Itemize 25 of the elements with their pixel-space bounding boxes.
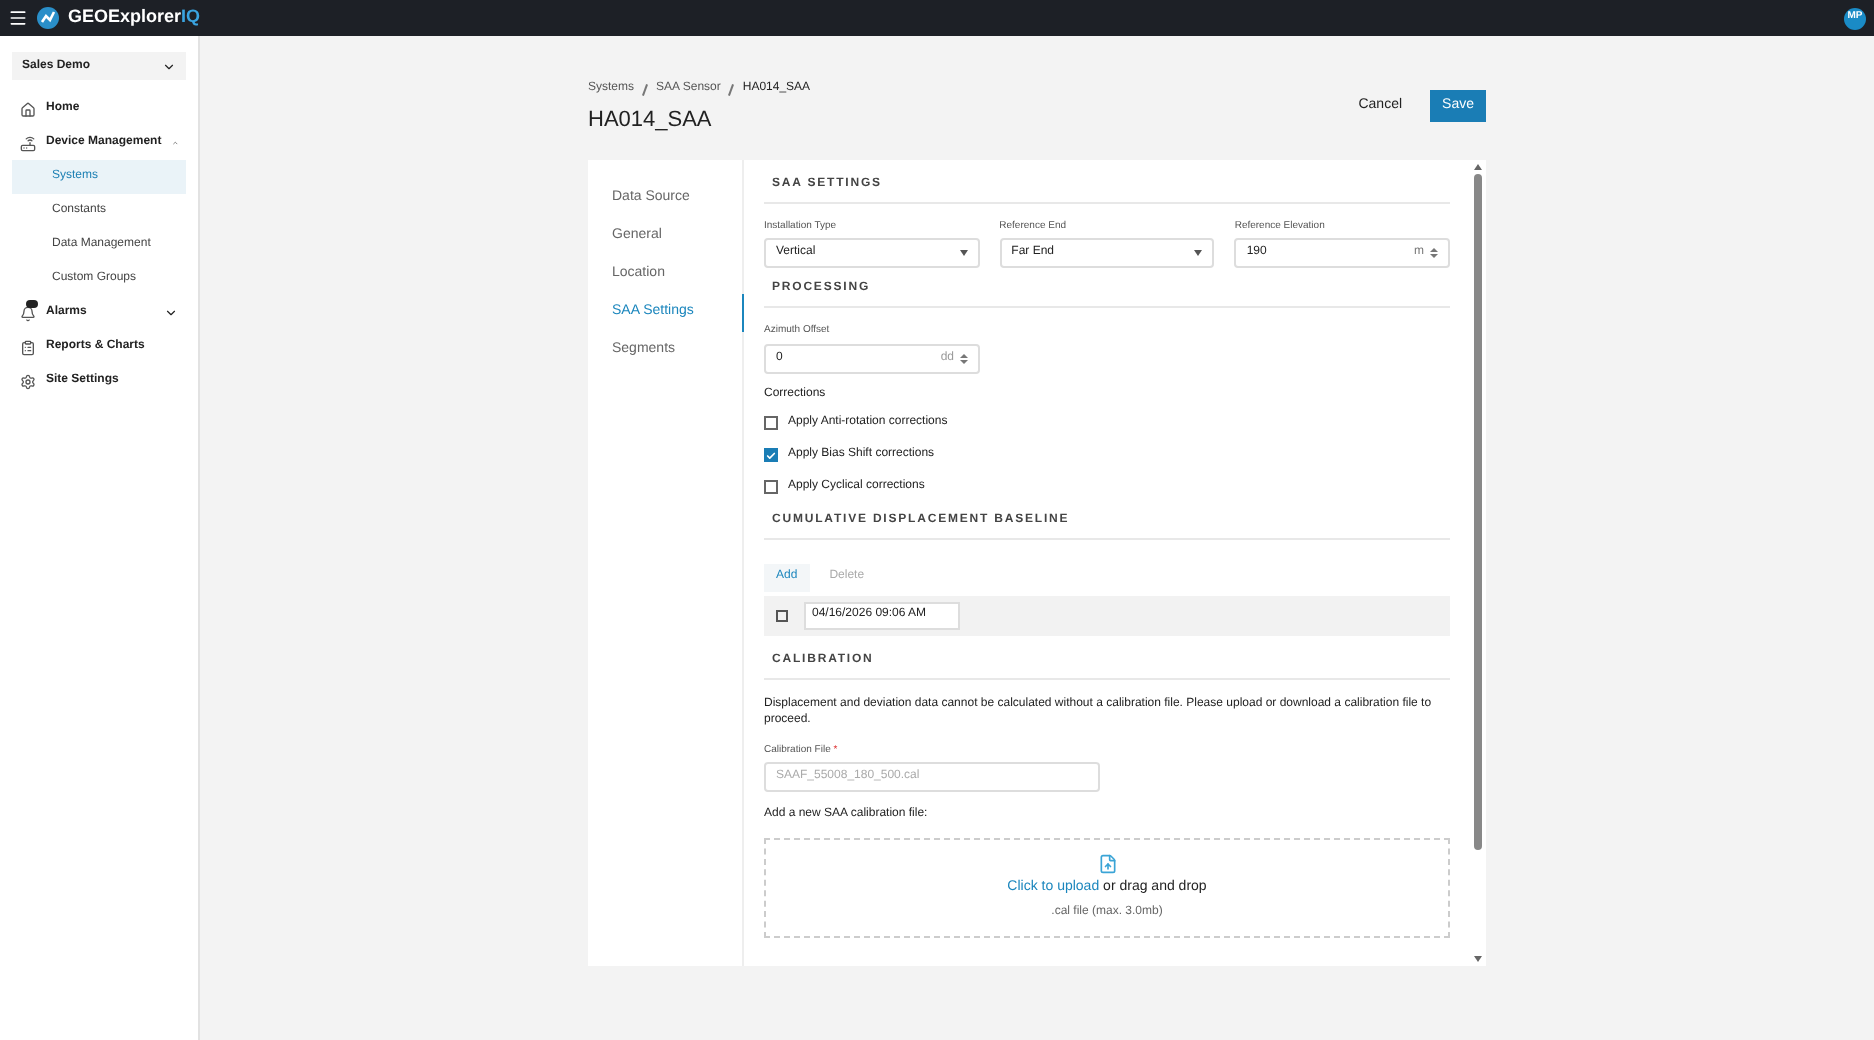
- page-title: HA014_SAA: [588, 106, 714, 136]
- checkbox[interactable]: [764, 448, 778, 462]
- checkbox[interactable]: [776, 609, 788, 621]
- check-icon: [766, 449, 776, 461]
- checkbox[interactable]: [764, 480, 778, 494]
- stepper-icon[interactable]: [1429, 248, 1438, 258]
- checkbox[interactable]: [764, 416, 778, 430]
- breadcrumb-separator: [728, 83, 735, 95]
- stepper-icon[interactable]: [960, 353, 968, 363]
- scroll-down-icon[interactable]: [1474, 955, 1482, 961]
- file-upload-icon: [1097, 854, 1117, 875]
- router-icon: [20, 135, 36, 151]
- chevron-down-icon[interactable]: [164, 306, 178, 320]
- clipboard-icon: [20, 339, 36, 355]
- gear-icon: [20, 373, 36, 389]
- logo-icon: [36, 6, 60, 30]
- dropdown-caret-icon: [959, 250, 968, 256]
- menu-icon[interactable]: [8, 8, 28, 28]
- app-name: GEOExplorerIQ: [68, 4, 201, 31]
- bell-icon: [20, 305, 36, 321]
- chevron-down-icon: [162, 59, 176, 73]
- breadcrumb-separator: [642, 83, 648, 95]
- dropdown-caret-icon: [1194, 250, 1203, 256]
- home-icon: [20, 101, 36, 117]
- scroll-up-icon[interactable]: [1474, 163, 1482, 169]
